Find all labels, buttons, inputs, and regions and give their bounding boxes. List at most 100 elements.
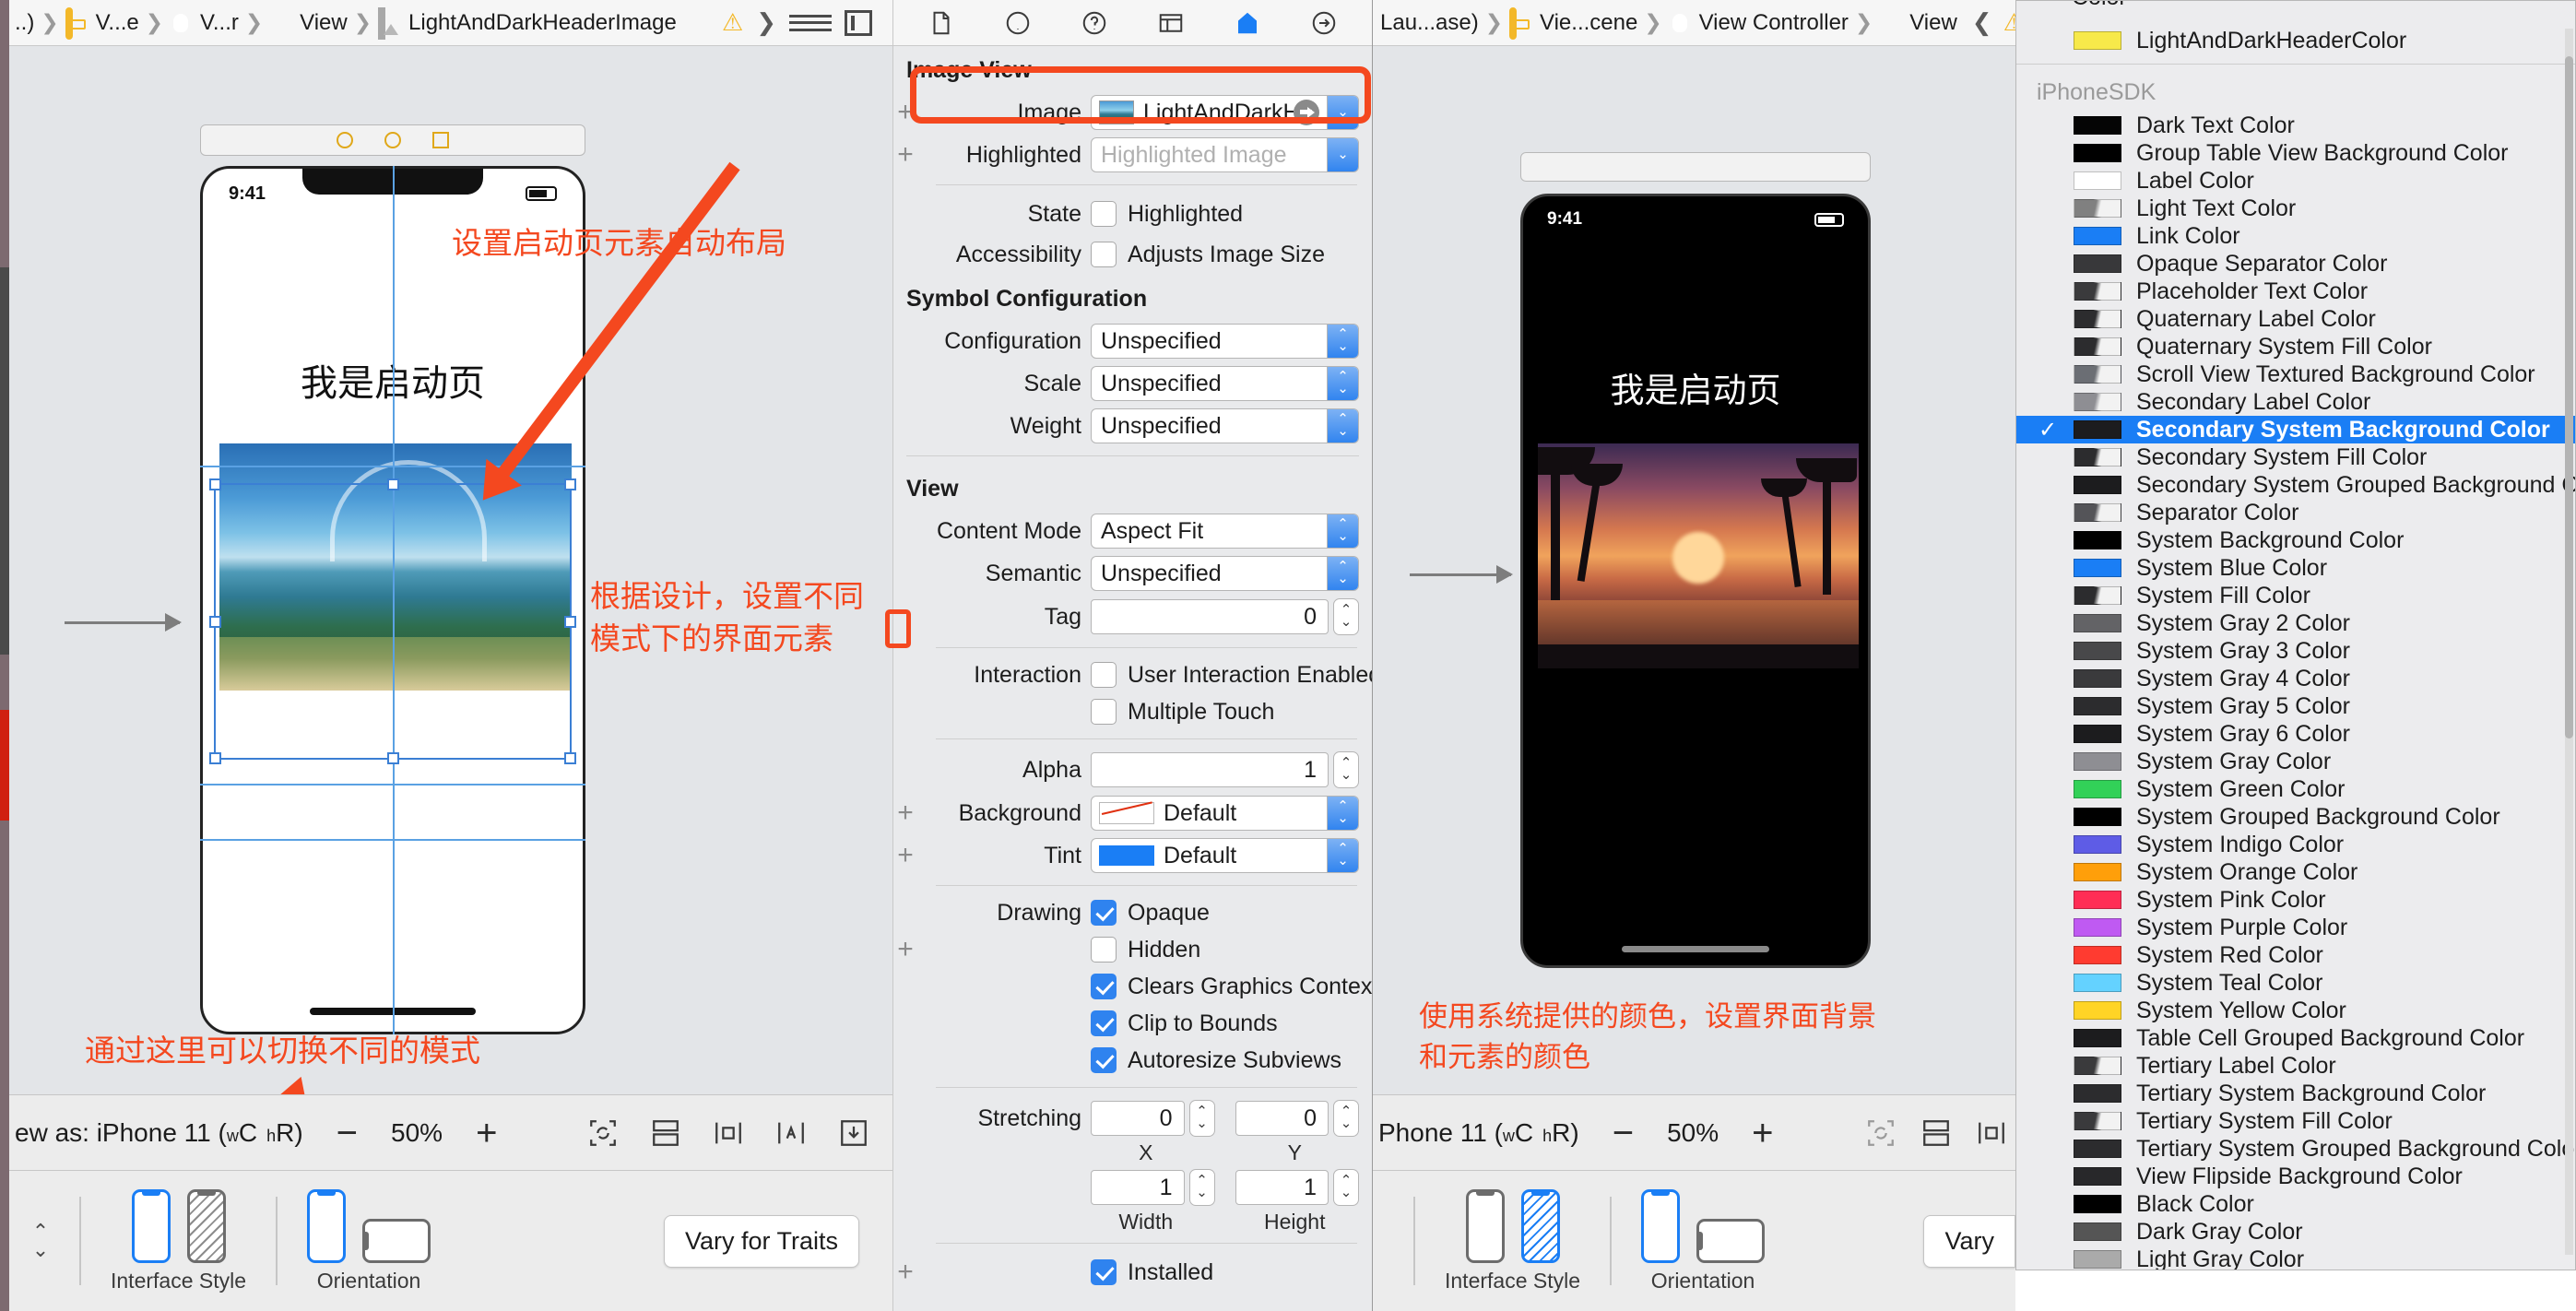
interface-style-dark-icon[interactable] [1520, 1188, 1560, 1263]
right-vary-for-traits-button[interactable]: Vary [1923, 1214, 2015, 1268]
interface-style-light-icon[interactable] [131, 1188, 171, 1263]
device-preview-dark[interactable]: 9:41 我是启动页 [1520, 194, 1871, 968]
scene-dot-icon[interactable] [337, 132, 353, 148]
adjusts-image-size-checkbox[interactable] [1091, 242, 1117, 267]
weight-select[interactable]: Unspecified ⌃ ⌄ [1091, 408, 1359, 443]
color-item[interactable]: Label Color [2016, 167, 2575, 195]
stretch-width-stepper[interactable]: ⌃ ⌄ [1188, 1169, 1215, 1206]
color-item[interactable]: Placeholder Text Color [2016, 278, 2575, 305]
color-item[interactable]: Tertiary System Background Color [2016, 1080, 2575, 1107]
right-zoom-in-button[interactable]: + [1752, 1115, 1773, 1152]
orientation-portrait-icon[interactable] [307, 1188, 347, 1263]
color-item[interactable]: Light Text Color [2016, 195, 2575, 222]
device-scene-toolbar[interactable] [200, 124, 585, 156]
alpha-input[interactable]: 1 [1091, 752, 1329, 787]
hidden-checkbox[interactable] [1091, 937, 1117, 963]
right-breadcrumb-item-2[interactable]: View Controller [1669, 10, 1849, 36]
add-variation-plus-icon-4[interactable]: + [893, 842, 917, 869]
stretch-y-stepper[interactable]: ⌃ ⌄ [1333, 1100, 1359, 1137]
color-item[interactable]: Quaternary Label Color [2016, 305, 2575, 333]
color-item[interactable]: System Gray 4 Color [2016, 665, 2575, 692]
opaque-checkbox[interactable] [1091, 900, 1117, 926]
back-chevron-icon[interactable]: ❮ [1972, 8, 1992, 37]
stretch-height-input[interactable]: 1 [1235, 1170, 1329, 1205]
selection-frame[interactable] [209, 478, 576, 764]
add-variation-plus-icon-5[interactable]: + [893, 936, 917, 963]
configuration-select[interactable]: Unspecified ⌃ ⌄ [1091, 324, 1359, 359]
color-item[interactable]: System Gray 2 Color [2016, 609, 2575, 637]
breadcrumb-item-3[interactable]: View [269, 10, 348, 36]
quick-help-icon[interactable] [1002, 9, 1034, 37]
orientation-portrait-icon[interactable] [1641, 1188, 1681, 1263]
color-item[interactable]: Tertiary System Grouped Background Color [2016, 1135, 2575, 1163]
orientation-landscape-icon[interactable] [362, 1218, 431, 1263]
scene-circle-icon[interactable] [384, 132, 401, 148]
embed-in-icon[interactable] [1920, 1117, 1953, 1149]
connections-inspector-icon[interactable] [1308, 9, 1340, 37]
breadcrumb-item-1[interactable]: V...e [65, 6, 139, 40]
breadcrumb-item-0[interactable]: ..) [15, 10, 34, 36]
color-item[interactable]: System Yellow Color [2016, 997, 2575, 1024]
state-highlighted-checkbox[interactable] [1091, 201, 1117, 227]
right-zoom-out-button[interactable]: − [1613, 1115, 1634, 1152]
color-item[interactable]: Link Color [2016, 222, 2575, 250]
color-item[interactable]: System Indigo Color [2016, 831, 2575, 858]
tag-input[interactable]: 0 [1091, 599, 1329, 634]
traits-expand-toggle[interactable]: ⌃ ⌄ [15, 1222, 66, 1260]
warning-icon[interactable]: ⚠ [722, 8, 743, 37]
color-item[interactable]: Secondary System Fill Color [2016, 443, 2575, 471]
attributes-inspector-icon[interactable] [1155, 9, 1187, 37]
configuration-stepper[interactable]: ⌃ ⌄ [1327, 325, 1358, 358]
color-item[interactable]: System Teal Color [2016, 969, 2575, 997]
stretch-y-input[interactable]: 0 [1235, 1101, 1329, 1136]
clip-to-bounds-checkbox[interactable] [1091, 1010, 1117, 1036]
update-frames-icon[interactable] [1864, 1117, 1897, 1149]
background-stepper[interactable]: ⌃ ⌄ [1327, 797, 1358, 830]
tint-stepper[interactable]: ⌃ ⌄ [1327, 839, 1358, 872]
add-constraints-icon[interactable] [774, 1117, 808, 1149]
installed-checkbox[interactable] [1091, 1259, 1117, 1285]
semantic-stepper[interactable]: ⌃ ⌄ [1327, 557, 1358, 590]
background-color-select[interactable]: Default ⌃ ⌄ [1091, 796, 1359, 831]
color-item[interactable]: Black Color [2016, 1190, 2575, 1218]
scale-stepper[interactable]: ⌃ ⌄ [1327, 367, 1358, 400]
breadcrumb-item-4[interactable]: LightAndDarkHeaderImage [378, 6, 677, 40]
breadcrumb-item-2[interactable]: V...r [170, 10, 239, 36]
go-to-asset-icon[interactable] [1294, 100, 1319, 125]
alpha-stepper[interactable]: ⌃ ⌄ [1333, 751, 1359, 788]
right-view-as-label[interactable]: Phone 11 ( w C h R ) [1378, 1118, 1579, 1148]
highlighted-dropdown-button[interactable]: ⌄ [1327, 138, 1358, 171]
size-inspector-icon[interactable] [1232, 9, 1263, 37]
color-item[interactable]: System Background Color [2016, 526, 2575, 554]
semantic-select[interactable]: Unspecified ⌃ ⌄ [1091, 556, 1359, 591]
color-item[interactable]: Tertiary Label Color [2016, 1052, 2575, 1080]
scene-square-icon[interactable] [432, 132, 449, 148]
update-frames-icon[interactable] [586, 1117, 620, 1149]
color-item[interactable]: Scroll View Textured Background Color [2016, 360, 2575, 388]
image-combo[interactable]: LightAndDarkH... ⌄ [1091, 95, 1359, 130]
orientation-landscape-icon[interactable] [1696, 1218, 1766, 1263]
content-mode-select[interactable]: Aspect Fit ⌃ ⌄ [1091, 514, 1359, 549]
color-item[interactable]: System Gray 3 Color [2016, 637, 2575, 665]
vary-for-traits-button[interactable]: Vary for Traits [663, 1214, 859, 1268]
weight-stepper[interactable]: ⌃ ⌄ [1327, 409, 1358, 443]
add-variation-plus-icon-2[interactable]: + [893, 141, 917, 169]
clears-graphics-context-checkbox[interactable] [1091, 974, 1117, 999]
color-item[interactable]: Quaternary System Fill Color [2016, 333, 2575, 360]
color-item[interactable]: System Blue Color [2016, 554, 2575, 582]
color-item[interactable]: Dark Text Color [2016, 112, 2575, 139]
user-interaction-enabled-checkbox[interactable] [1091, 662, 1117, 688]
color-item[interactable]: ✓ Secondary System Background Color [2016, 416, 2575, 443]
list-lines-icon[interactable] [789, 14, 832, 31]
color-item[interactable]: System Grouped Background Color [2016, 803, 2575, 831]
stretch-x-stepper[interactable]: ⌃ ⌄ [1188, 1100, 1215, 1137]
multiple-touch-checkbox[interactable] [1091, 699, 1117, 725]
color-item[interactable]: Secondary Label Color [2016, 388, 2575, 416]
zoom-out-button[interactable]: − [337, 1115, 358, 1152]
right-breadcrumb-item-1[interactable]: Vie...cene [1509, 6, 1637, 40]
color-item[interactable]: View Flipside Background Color [2016, 1163, 2575, 1190]
color-item[interactable]: Secondary System Grouped Background Colo… [2016, 471, 2575, 499]
resolve-issues-icon[interactable] [837, 1117, 870, 1149]
stretch-width-input[interactable]: 1 [1091, 1170, 1185, 1205]
color-list-scrollbar[interactable] [2565, 29, 2573, 1255]
